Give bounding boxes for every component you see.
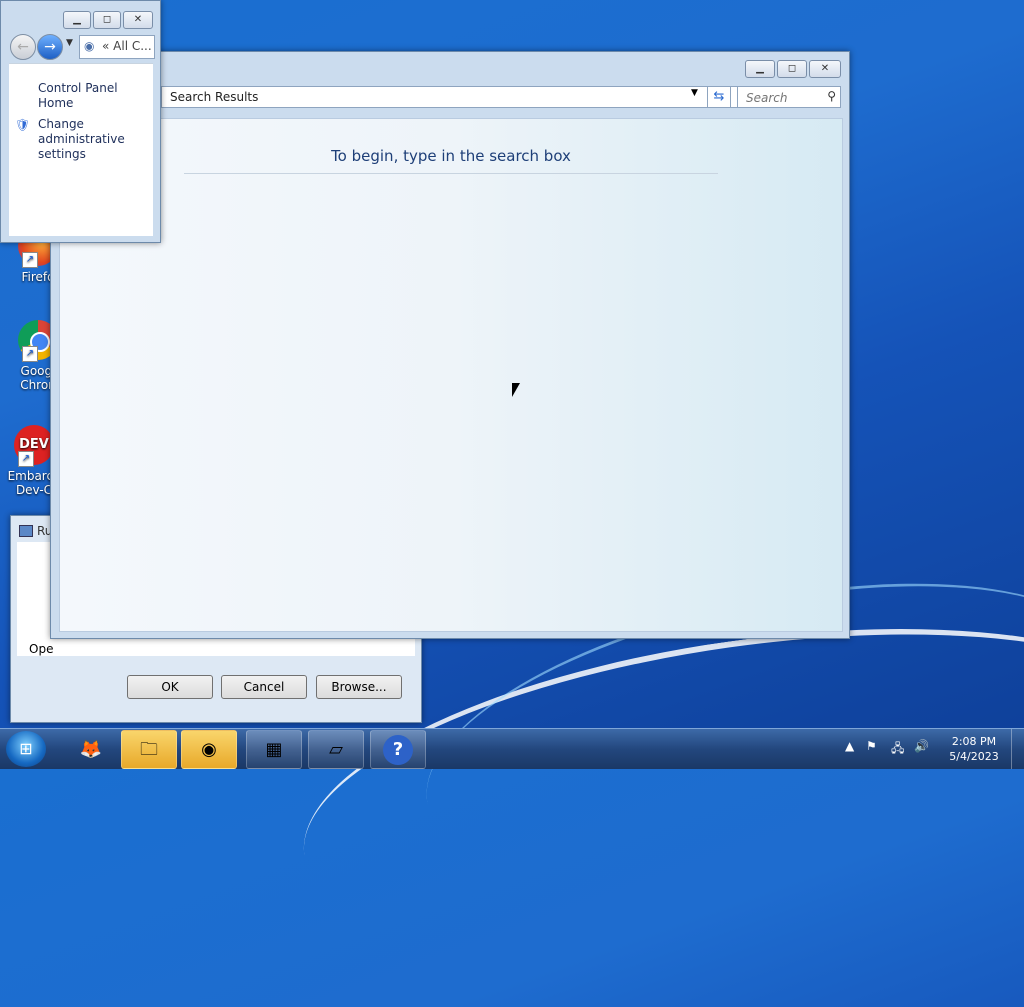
show-desktop-button[interactable]: [1011, 729, 1024, 769]
maximize-button[interactable]: ◻: [93, 11, 121, 29]
run-icon: ▱: [329, 739, 343, 760]
control-panel-window: ▁ ◻ ✕ ← → ▼ ◉ « All C... Control Panel H…: [0, 0, 161, 243]
taskbar-chrome[interactable]: ◉: [181, 730, 237, 769]
task-pane: Control Panel Home 🛡 Change administrati…: [9, 63, 153, 236]
desktop: { "desktop": { "icons": [ {"label": "Fir…: [0, 0, 1024, 1007]
address-dropdown-icon[interactable]: ▼: [691, 88, 698, 98]
address-bar[interactable]: Search Results: [161, 86, 783, 108]
volume-icon[interactable]: 🔊: [914, 739, 929, 753]
shortcut-arrow-icon: ↗: [22, 346, 38, 362]
network-icon[interactable]: 🖧: [891, 739, 904, 760]
maximize-button[interactable]: ◻: [777, 60, 807, 78]
show-hidden-icons-icon[interactable]: ▲: [845, 739, 854, 753]
taskbar-help[interactable]: ?: [370, 730, 426, 769]
firefox-icon: 🦊: [79, 739, 103, 760]
action-center-flag-icon[interactable]: ⚑: [866, 739, 877, 753]
control-panel-icon: ◉: [84, 39, 95, 53]
history-dropdown-icon[interactable]: ▼: [66, 38, 73, 48]
address-bar[interactable]: ◉ « All C...: [79, 35, 155, 59]
system-clock[interactable]: 2:08 PM 5/4/2023: [944, 734, 1004, 764]
minimize-button[interactable]: ▁: [63, 11, 91, 29]
control-panel-home-link[interactable]: Control Panel Home: [38, 81, 153, 111]
mouse-pointer: [512, 383, 526, 397]
address-text: « All C...: [102, 39, 152, 53]
taskbar-run[interactable]: ▱: [308, 730, 364, 769]
clock-time: 2:08 PM: [951, 735, 997, 748]
search-results-pane: To begin, type in the search box: [59, 118, 843, 632]
run-icon: [19, 525, 33, 537]
search-box[interactable]: ⚲: [737, 86, 841, 108]
control-panel-icon: ▦: [265, 739, 283, 760]
window-controls: ▁ ◻ ✕: [63, 11, 153, 29]
search-input[interactable]: [744, 88, 824, 108]
clock-date: 5/4/2023: [949, 750, 999, 763]
search-results-window: ▁ ◻ ✕ Search Results ▼ ⇆ ⚲ To begin, typ…: [50, 51, 850, 639]
forward-arrow-icon[interactable]: →: [37, 34, 63, 60]
close-button[interactable]: ✕: [123, 11, 153, 29]
shortcut-arrow-icon: ↗: [18, 451, 34, 467]
window-controls: ▁ ◻ ✕: [745, 60, 841, 78]
cancel-button[interactable]: Cancel: [221, 675, 307, 699]
search-hint: To begin, type in the search box: [184, 147, 718, 174]
taskbar: ⊞ 🦊 🗀 ◉ ▦ ▱ ? ▲ ⚑ 🖧 🔊 2:08 PM 5/4/2023: [0, 728, 1024, 769]
help-icon: ?: [383, 735, 413, 765]
address-text: Search Results: [170, 90, 259, 104]
shortcut-arrow-icon: ↗: [22, 252, 38, 268]
change-admin-settings-link[interactable]: Change administrative settings: [38, 117, 138, 162]
chrome-icon: ◉: [201, 739, 217, 760]
back-arrow-icon[interactable]: ←: [10, 34, 36, 60]
close-button[interactable]: ✕: [809, 60, 841, 78]
taskbar-control-panel[interactable]: ▦: [246, 730, 302, 769]
open-label: Ope: [29, 642, 54, 656]
file-explorer-icon: 🗀: [140, 739, 158, 760]
taskbar-file-explorer[interactable]: 🗀: [121, 730, 177, 769]
refresh-icon[interactable]: ⇆: [707, 86, 731, 108]
ok-button[interactable]: OK: [127, 675, 213, 699]
start-button[interactable]: ⊞: [6, 731, 46, 767]
search-icon[interactable]: ⚲: [827, 89, 836, 103]
minimize-button[interactable]: ▁: [745, 60, 775, 78]
browse-button[interactable]: Browse...: [316, 675, 402, 699]
taskbar-firefox[interactable]: 🦊: [63, 730, 119, 769]
uac-shield-icon: 🛡: [15, 118, 31, 132]
